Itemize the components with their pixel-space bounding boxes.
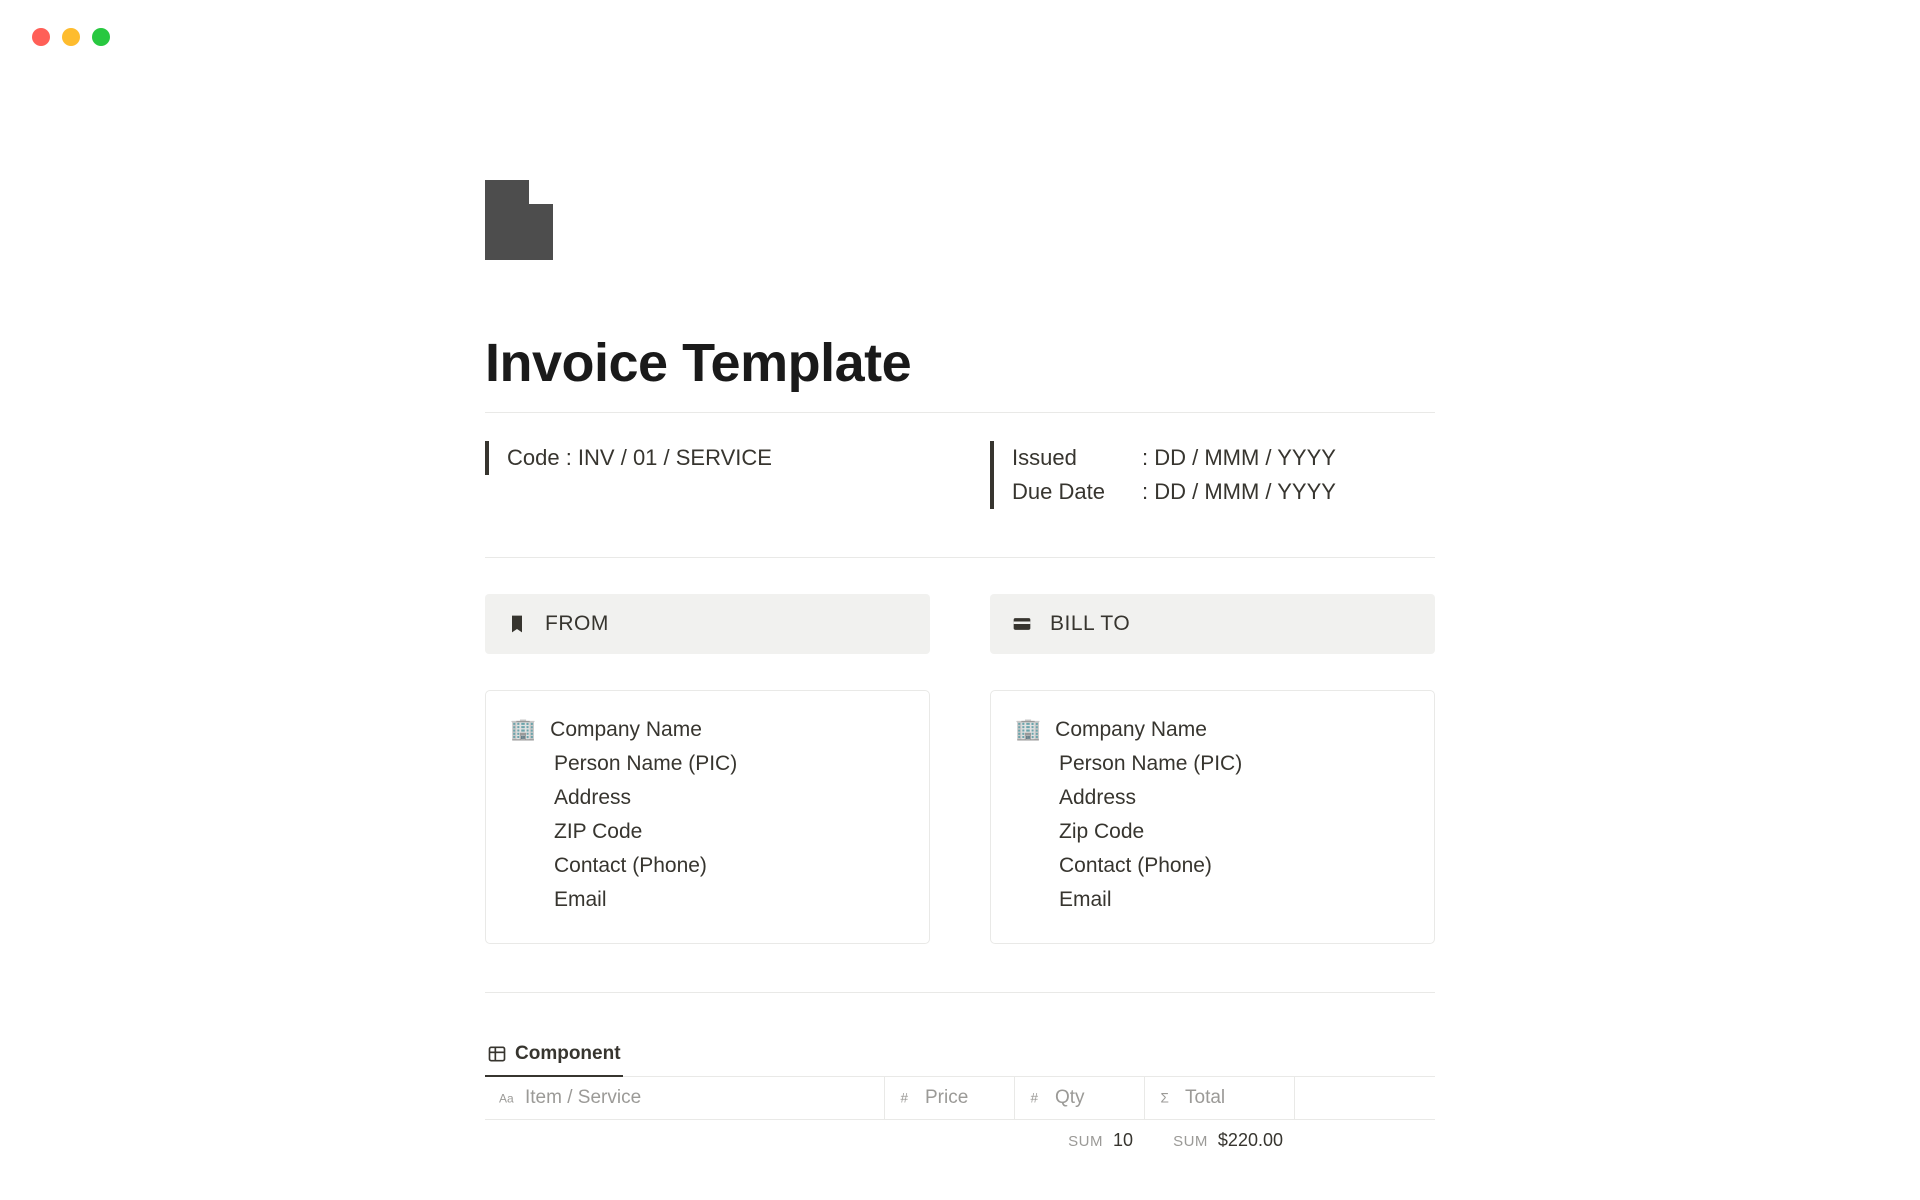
close-window-button[interactable] <box>32 28 50 46</box>
from-company: Company Name <box>550 718 702 742</box>
sum-label: SUM <box>1068 1133 1103 1150</box>
svg-text:Aa: Aa <box>499 1092 514 1106</box>
title-prop-icon: Aa <box>499 1089 517 1107</box>
column-header-total[interactable]: Σ Total <box>1145 1077 1295 1119</box>
svg-text:#: # <box>1031 1091 1039 1106</box>
issued-label: Issued <box>1012 445 1142 471</box>
divider <box>485 992 1435 993</box>
table-icon <box>487 1044 507 1064</box>
due-date-line[interactable]: Due Date : DD / MMM / YYYY <box>1012 475 1435 509</box>
formula-prop-icon: Σ <box>1159 1089 1177 1107</box>
invoice-code-block[interactable]: Code : INV / 01 / SERVICE <box>485 441 930 475</box>
minimize-window-button[interactable] <box>62 28 80 46</box>
invoice-code[interactable]: Code : INV / 01 / SERVICE <box>507 441 930 475</box>
from-company-line[interactable]: 🏢 Company Name <box>510 713 905 747</box>
svg-text:Σ: Σ <box>1161 1091 1169 1106</box>
column-header-item[interactable]: Aa Item / Service <box>485 1077 885 1119</box>
issued-value: : DD / MMM / YYYY <box>1142 445 1336 471</box>
line-items-database[interactable]: Component Aa Item / Service # Price # Qt… <box>485 1037 1435 1151</box>
bill-to-contact-line[interactable]: Contact (Phone) <box>1015 849 1410 883</box>
sum-total-value: $220.00 <box>1218 1130 1283 1151</box>
bill-to-heading: BILL TO <box>1050 612 1130 636</box>
from-heading-callout[interactable]: FROM <box>485 594 930 654</box>
from-heading: FROM <box>545 612 609 636</box>
due-date-label: Due Date <box>1012 479 1142 505</box>
bill-to-heading-callout[interactable]: BILL TO <box>990 594 1435 654</box>
sum-qty-value: 10 <box>1113 1130 1133 1151</box>
column-header-qty[interactable]: # Qty <box>1015 1077 1145 1119</box>
issued-date-line[interactable]: Issued : DD / MMM / YYYY <box>1012 441 1435 475</box>
from-zip-line[interactable]: ZIP Code <box>510 815 905 849</box>
bill-to-company-line[interactable]: 🏢 Company Name <box>1015 713 1410 747</box>
number-prop-icon: # <box>899 1089 917 1107</box>
building-icon: 🏢 <box>1015 718 1041 742</box>
bill-to-person-line[interactable]: Person Name (PIC) <box>1015 747 1410 781</box>
database-tab-component[interactable]: Component <box>485 1037 623 1077</box>
sum-label: SUM <box>1173 1133 1208 1150</box>
card-icon <box>1012 614 1032 634</box>
column-header-empty[interactable] <box>1295 1077 1435 1119</box>
sum-total-cell[interactable]: SUM $220.00 <box>1145 1130 1295 1151</box>
sum-qty-cell[interactable]: SUM 10 <box>1015 1130 1145 1151</box>
from-contact-line[interactable]: Contact (Phone) <box>510 849 905 883</box>
from-address-line[interactable]: Address <box>510 781 905 815</box>
due-date-value: : DD / MMM / YYYY <box>1142 479 1336 505</box>
from-card[interactable]: 🏢 Company Name Person Name (PIC) Address… <box>485 690 930 944</box>
divider <box>485 557 1435 558</box>
number-prop-icon: # <box>1029 1089 1047 1107</box>
from-person-line[interactable]: Person Name (PIC) <box>510 747 905 781</box>
building-icon: 🏢 <box>510 718 536 742</box>
bill-to-email-line[interactable]: Email <box>1015 883 1410 917</box>
bill-to-company: Company Name <box>1055 718 1207 742</box>
bill-to-card[interactable]: 🏢 Company Name Person Name (PIC) Address… <box>990 690 1435 944</box>
page-icon[interactable] <box>485 180 1435 260</box>
svg-text:#: # <box>901 1091 909 1106</box>
from-email-line[interactable]: Email <box>510 883 905 917</box>
bill-to-address-line[interactable]: Address <box>1015 781 1410 815</box>
invoice-dates-block[interactable]: Issued : DD / MMM / YYYY Due Date : DD /… <box>990 441 1435 509</box>
column-header-price[interactable]: # Price <box>885 1077 1015 1119</box>
divider <box>485 412 1435 413</box>
bill-to-zip-line[interactable]: Zip Code <box>1015 815 1410 849</box>
bookmark-icon <box>507 614 527 634</box>
maximize-window-button[interactable] <box>92 28 110 46</box>
page-title[interactable]: Invoice Template <box>485 332 1435 394</box>
window-traffic-lights <box>32 28 110 46</box>
